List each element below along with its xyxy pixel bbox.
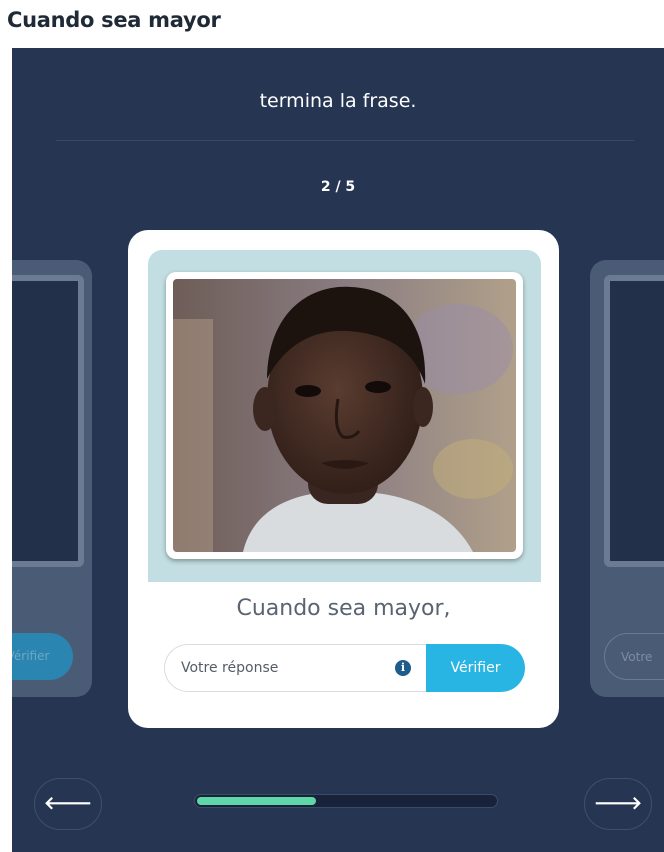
next-card-image — [604, 275, 664, 567]
question-counter: 2 / 5 — [320, 179, 356, 195]
divider — [56, 140, 634, 141]
arrow-right-icon: 🡒 — [593, 793, 643, 814]
progress-bar — [194, 794, 498, 808]
verify-button[interactable]: Vérifier — [426, 644, 525, 692]
previous-button[interactable]: 🡐 — [34, 778, 102, 830]
answer-input[interactable] — [164, 644, 430, 692]
video-still-image — [173, 279, 516, 552]
next-card-input: Votre — [604, 633, 664, 680]
progress-fill — [197, 797, 316, 805]
photo-area — [148, 250, 541, 582]
instruction-text: termina la frase. — [259, 90, 417, 112]
photo-frame — [166, 272, 523, 559]
page-title: Cuando sea mayor — [7, 8, 221, 32]
next-button[interactable]: 🡒 — [584, 778, 652, 830]
exercise-card: Cuando sea mayor, i Vérifier — [128, 230, 559, 728]
previous-card-preview[interactable]: Vérifier — [12, 260, 92, 697]
next-card-preview[interactable]: Votre — [590, 260, 664, 697]
exercise-panel: termina la frase. 2 / 5 Vérifier Votre — [12, 48, 664, 852]
arrow-left-icon: 🡐 — [43, 793, 93, 814]
previous-card-image — [12, 275, 84, 567]
info-icon[interactable]: i — [395, 660, 411, 676]
sentence-prompt: Cuando sea mayor, — [236, 596, 451, 621]
previous-card-verify-button: Vérifier — [12, 633, 73, 680]
